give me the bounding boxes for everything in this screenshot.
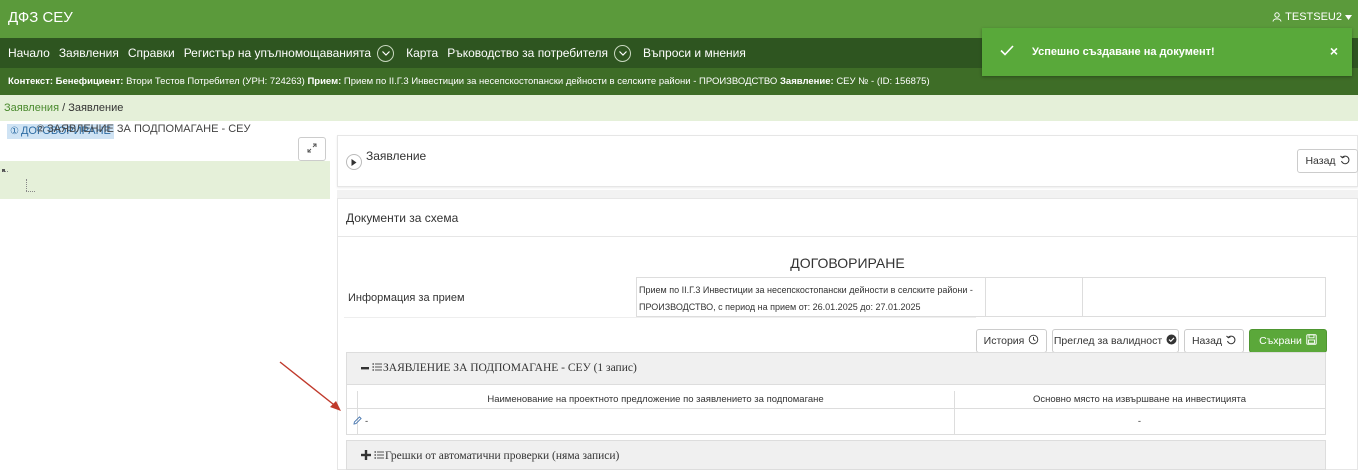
back-button[interactable]: Назад xyxy=(1297,149,1358,173)
cell-investment-location: - xyxy=(1137,416,1142,427)
intake-info-label: Информация за прием xyxy=(348,292,465,304)
application-header-card: Заявление Назад xyxy=(337,135,1358,187)
app-title[interactable]: ДФЗ СЕУ xyxy=(8,9,73,26)
breadcrumb-current: Заявление xyxy=(68,102,124,114)
save-button-label: Съхрани xyxy=(1259,335,1302,347)
tree-node-row xyxy=(0,161,330,181)
tree-connector xyxy=(26,179,27,191)
tree-node-row xyxy=(0,181,330,199)
nav-authorizations-register[interactable]: Регистър на упълномощаванията xyxy=(184,46,371,60)
table-row[interactable]: - - xyxy=(347,410,1325,434)
nav-map[interactable]: Карта xyxy=(406,46,438,60)
history-button[interactable]: История xyxy=(976,329,1047,353)
caret-down-icon xyxy=(1345,14,1352,20)
table-header: Наименование на проектното предложение п… xyxy=(347,391,1325,409)
tree-panel: ① ДОГОВОРИРАНЕ ② ЗАЯВЛЕНИЕ ЗА ПОДПОМАГАН… xyxy=(0,121,330,470)
auto-check-errors-accordion[interactable]: Грешки от автоматични проверки (няма зап… xyxy=(346,440,1326,470)
chevron-down-icon[interactable] xyxy=(614,44,632,62)
annotation-arrow-icon xyxy=(279,361,341,411)
accordion-title: Грешки от автоматични проверки (няма зап… xyxy=(385,450,620,462)
documents-title: Документи за схема xyxy=(346,211,459,225)
play-icon[interactable] xyxy=(346,154,362,170)
tree-node-label: ЗАЯВЛЕНИЕ ЗА ПОДПОМАГАНЕ - СЕУ xyxy=(46,123,251,135)
back-button-label: Назад xyxy=(1305,155,1336,167)
chevron-down-icon[interactable] xyxy=(377,44,395,62)
undo-icon xyxy=(1226,335,1236,348)
beneficiary-value: Втори Тестов Потребител (УРН: 724263) xyxy=(126,76,305,87)
toast-message: Успешно създаване на документ! xyxy=(1032,46,1215,58)
column-header-investment-location: Основно място на извършване на инвестици… xyxy=(1032,394,1247,405)
back-button[interactable]: Назад xyxy=(1184,329,1244,353)
user-icon xyxy=(1272,12,1282,22)
expand-button[interactable] xyxy=(298,137,326,161)
accordion-header[interactable]: ЗАЯВЛЕНИЕ ЗА ПОДПОМАГАНЕ - СЕУ (1 запис) xyxy=(347,353,1325,385)
success-toast: Успешно създаване на документ! × xyxy=(982,28,1352,76)
user-name: TESTSEU2 xyxy=(1285,11,1342,23)
expand-icon xyxy=(307,143,317,156)
page-title: Заявление xyxy=(366,149,427,163)
tree-connector xyxy=(26,191,35,192)
close-icon[interactable]: × xyxy=(1330,43,1338,59)
breadcrumb: Заявления / Заявление xyxy=(0,95,1358,121)
tree-connector xyxy=(3,171,8,172)
accordion-title: ЗАЯВЛЕНИЕ ЗА ПОДПОМАГАНЕ - СЕУ (1 запис) xyxy=(383,362,637,374)
intake-info-value: Прием по II.Г.3 Инвестиции за несепскост… xyxy=(636,277,986,317)
documents-header: Документи за схема xyxy=(338,199,1357,237)
support-application-accordion: ЗАЯВЛЕНИЕ ЗА ПОДПОМАГАНЕ - СЕУ (1 запис)… xyxy=(346,352,1326,435)
validity-review-button[interactable]: Преглед за валидност xyxy=(1052,329,1179,353)
nav-questions[interactable]: Въпроси и мнения xyxy=(643,46,746,60)
context-label: Контекст: xyxy=(8,76,54,87)
breadcrumb-separator: / xyxy=(59,102,69,114)
check-circle-icon xyxy=(1166,334,1177,348)
intake-label: Прием: xyxy=(307,76,342,87)
plus-icon[interactable] xyxy=(361,450,371,463)
step-number: ② xyxy=(36,124,45,135)
application-value: СЕУ № - (ID: 156875) xyxy=(836,76,930,87)
intake-value: Прием по II.Г.3 Инвестиции за несепскост… xyxy=(343,76,778,87)
application-label: Заявление: xyxy=(779,76,834,87)
separator xyxy=(337,190,1358,198)
beneficiary-label: Бенефициент: xyxy=(55,76,124,87)
check-icon xyxy=(1000,45,1014,59)
validity-button-label: Преглед за валидност xyxy=(1053,335,1163,347)
minus-icon[interactable] xyxy=(361,362,369,377)
history-icon xyxy=(1028,334,1039,348)
back-button-label: Назад xyxy=(1191,335,1223,347)
divider xyxy=(344,317,976,318)
list-icon xyxy=(374,450,384,463)
pencil-icon[interactable] xyxy=(353,416,362,428)
column-header-project-name: Наименование на проектното предложение п… xyxy=(487,394,824,405)
list-icon xyxy=(372,362,382,375)
cell-project-name: - xyxy=(365,416,369,427)
info-cell-empty xyxy=(1083,277,1326,317)
step-number: ① xyxy=(10,126,19,137)
tree-node-support-application[interactable]: ② ЗАЯВЛЕНИЕ ЗА ПОДПОМАГАНЕ - СЕУ xyxy=(36,122,250,137)
nav-applications[interactable]: Заявления xyxy=(59,46,119,60)
section-title: ДОГОВОРИРАНЕ xyxy=(790,255,905,271)
history-button-label: История xyxy=(983,335,1025,347)
undo-icon xyxy=(1339,155,1350,168)
user-menu[interactable]: TESTSEU2 xyxy=(1272,11,1352,23)
nav-reports[interactable]: Справки xyxy=(128,46,175,60)
nav-home[interactable]: Начало xyxy=(8,46,50,60)
breadcrumb-applications-link[interactable]: Заявления xyxy=(4,102,59,114)
save-button[interactable]: Съхрани xyxy=(1249,329,1327,353)
info-cell-empty xyxy=(986,277,1083,317)
save-icon xyxy=(1306,334,1317,348)
nav-user-guide[interactable]: Ръководство за потребителя xyxy=(447,46,608,60)
